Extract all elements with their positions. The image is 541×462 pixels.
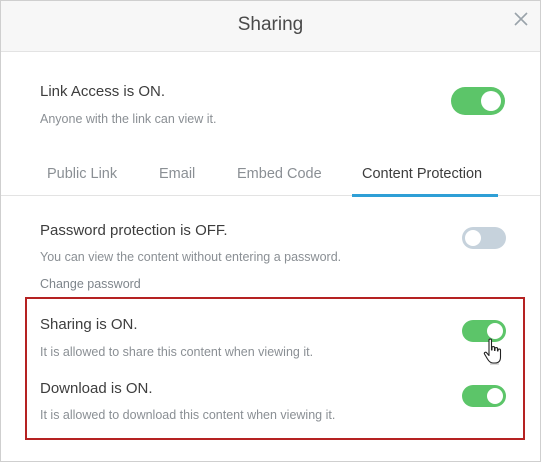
sharing-subtitle: It is allowed to share this content when… xyxy=(40,345,314,359)
download-subtitle: It is allowed to download this content w… xyxy=(40,408,336,422)
tab-email[interactable]: Email xyxy=(159,166,195,182)
tab-public-link[interactable]: Public Link xyxy=(47,166,117,182)
change-password-link[interactable]: Change password xyxy=(40,277,141,291)
download-title: Download is ON. xyxy=(40,380,153,397)
toggle-knob xyxy=(487,388,503,404)
toggle-knob xyxy=(487,323,503,339)
password-toggle[interactable] xyxy=(462,227,506,249)
dialog-header: Sharing xyxy=(1,1,540,52)
hand-pointer-icon xyxy=(483,338,502,365)
link-access-title: Link Access is ON. xyxy=(40,83,166,100)
sharing-title: Sharing is ON. xyxy=(40,316,138,333)
dialog-title: Sharing xyxy=(237,14,304,35)
link-access-subtitle: Anyone with the link can view it. xyxy=(40,112,217,126)
password-subtitle: You can view the content without enterin… xyxy=(40,250,342,264)
close-icon[interactable] xyxy=(512,10,530,28)
tab-embed-code[interactable]: Embed Code xyxy=(237,166,322,182)
tab-bar: Public Link Email Embed Code Content Pro… xyxy=(1,151,540,197)
toggle-knob xyxy=(465,230,481,246)
active-tab-indicator xyxy=(352,194,498,197)
toggle-knob xyxy=(481,91,501,111)
download-toggle[interactable] xyxy=(462,385,506,407)
password-title: Password protection is OFF. xyxy=(40,222,228,239)
sharing-dialog: Sharing Link Access is ON. Anyone with t… xyxy=(0,0,541,462)
tab-content-protection[interactable]: Content Protection xyxy=(362,166,482,182)
link-access-toggle[interactable] xyxy=(451,87,505,115)
